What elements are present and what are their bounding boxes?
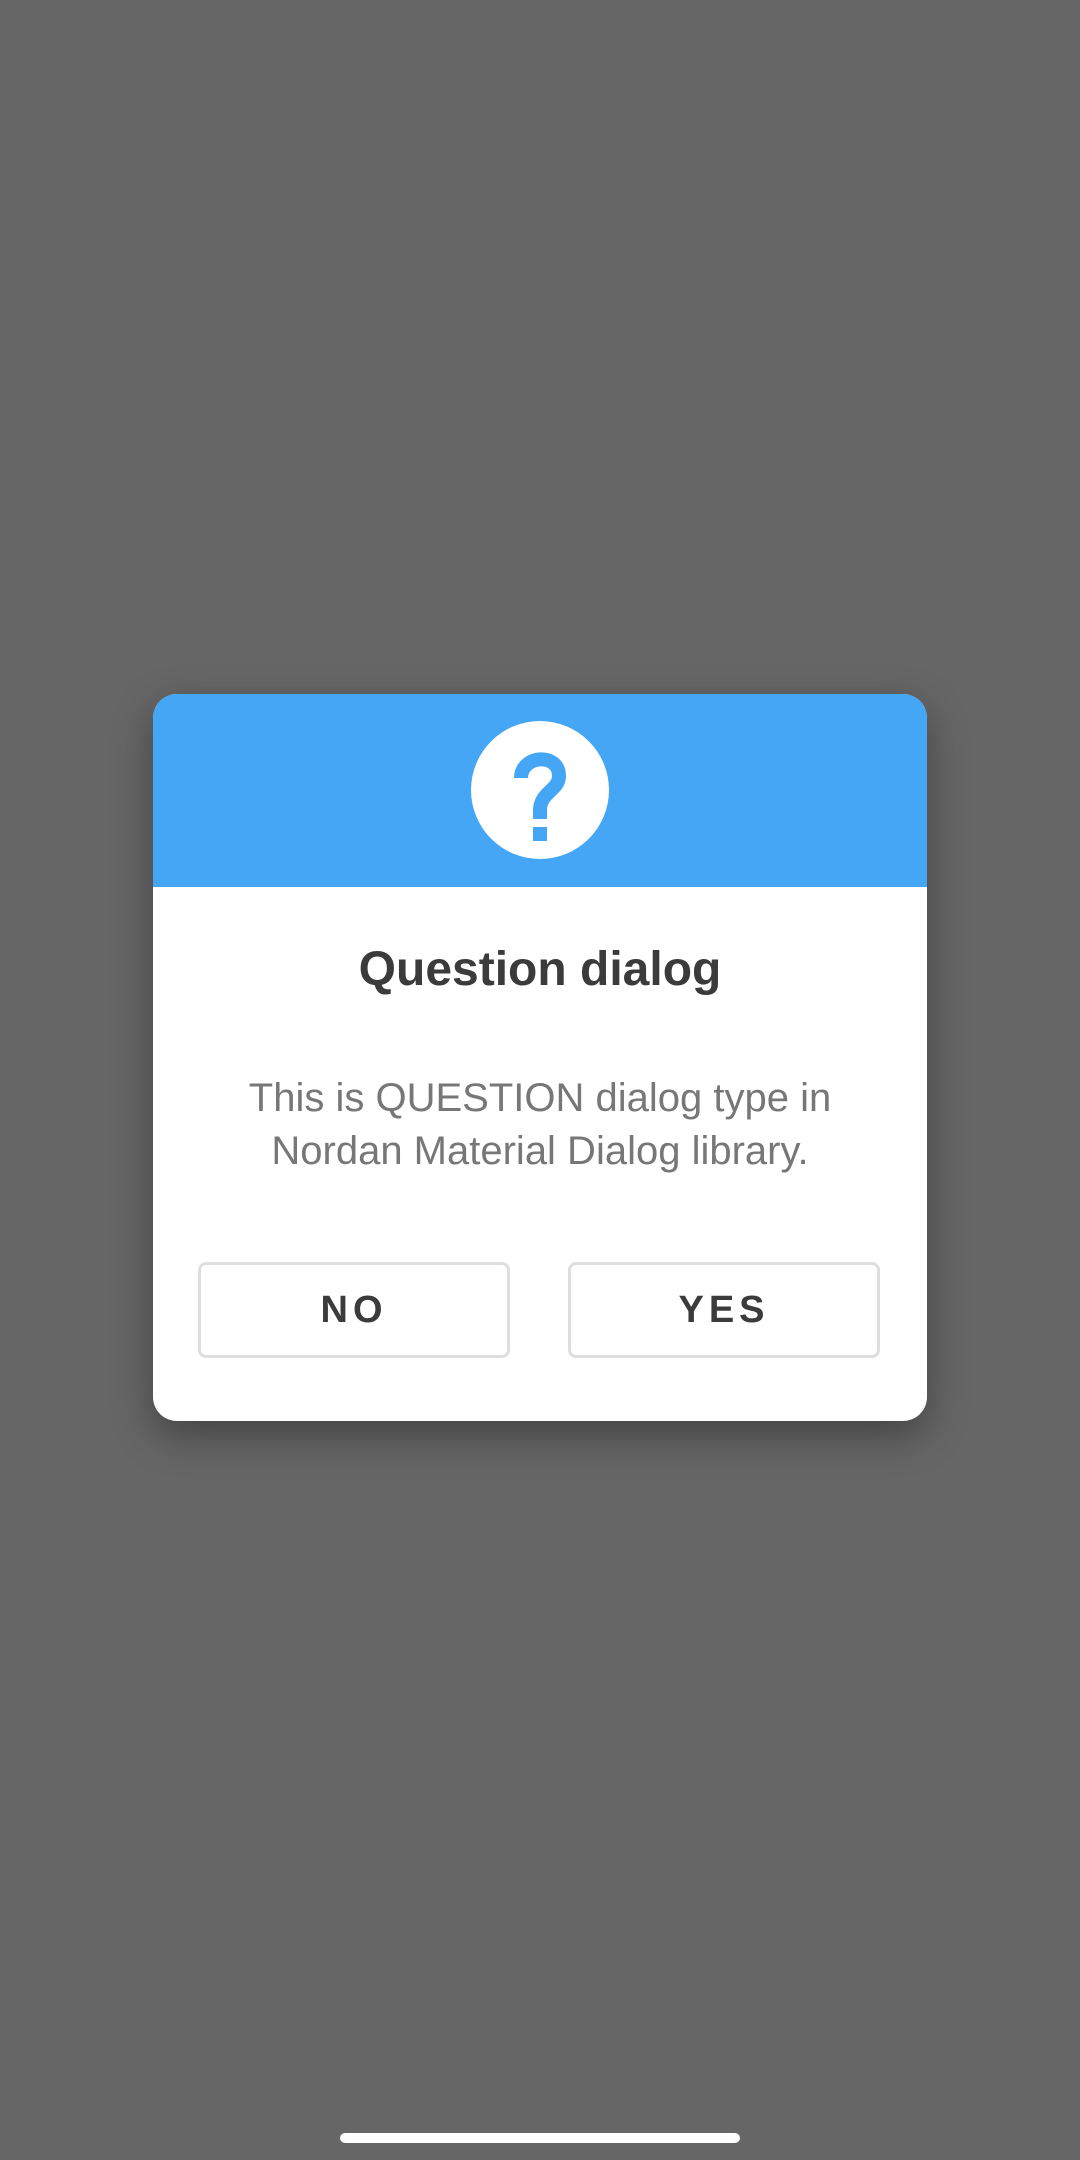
yes-button[interactable]: YES xyxy=(568,1262,880,1358)
home-indicator[interactable] xyxy=(340,2133,740,2143)
question-mark-icon xyxy=(471,721,609,859)
dialog-title: Question dialog xyxy=(358,943,722,996)
screen-overlay: Question dialog This is QUESTION dialog … xyxy=(0,0,1080,2160)
dialog-message: This is QUESTION dialog type in Nordan M… xyxy=(248,1076,832,1173)
dialog-header xyxy=(153,694,927,887)
question-dialog: Question dialog This is QUESTION dialog … xyxy=(153,694,927,1421)
no-button[interactable]: NO xyxy=(198,1262,510,1358)
